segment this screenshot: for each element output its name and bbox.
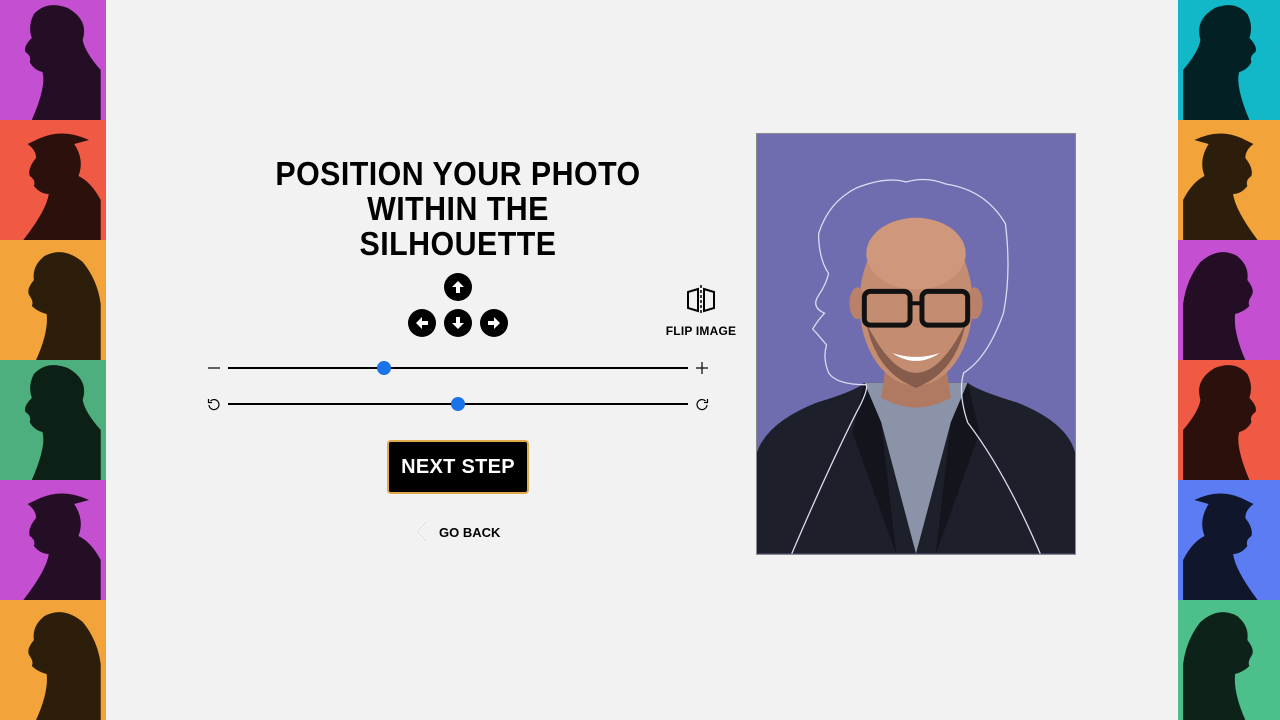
profile-silhouette-icon <box>28 252 101 360</box>
chevron-left-icon <box>415 521 427 542</box>
profile-silhouette-icon <box>25 5 101 120</box>
move-left-button[interactable] <box>408 309 436 337</box>
zoom-track[interactable] <box>228 367 688 369</box>
rotate-thumb[interactable] <box>451 397 465 411</box>
page-title-line-2: WITHIN THE SILHOUETTE <box>359 190 557 262</box>
profile-silhouette-icon <box>23 133 101 240</box>
right-arrow-icon <box>488 317 500 329</box>
flip-image-button[interactable]: FLIP IMAGE <box>664 284 738 340</box>
go-back-label: GO BACK <box>439 525 501 540</box>
move-right-button[interactable] <box>480 309 508 337</box>
up-arrow-icon <box>452 281 464 293</box>
down-arrow-icon <box>452 317 464 329</box>
left-tile-6 <box>0 600 106 720</box>
right-tile-2 <box>1178 120 1280 240</box>
left-tile-5 <box>0 480 106 600</box>
profile-silhouette-icon <box>1183 612 1253 720</box>
profile-silhouette-icon <box>1183 133 1258 240</box>
go-back-link[interactable]: GO BACK <box>412 520 512 544</box>
profile-silhouette-icon <box>1183 493 1258 600</box>
zoom-slider[interactable] <box>206 358 710 378</box>
zoom-in-icon[interactable] <box>694 360 710 376</box>
left-silhouette-strip <box>0 0 106 720</box>
next-step-button[interactable]: NEXT STEP <box>387 440 529 494</box>
rotate-left-icon[interactable] <box>206 396 222 412</box>
photo-preview[interactable] <box>756 133 1076 555</box>
profile-silhouette-icon <box>1183 365 1256 480</box>
right-tile-5 <box>1178 480 1280 600</box>
left-tile-3 <box>0 240 106 360</box>
rotate-right-icon[interactable] <box>694 396 710 412</box>
zoom-out-icon[interactable] <box>206 360 222 376</box>
profile-silhouette-icon <box>1183 252 1253 360</box>
left-tile-4 <box>0 360 106 480</box>
rotate-slider[interactable] <box>206 394 710 414</box>
profile-silhouette-icon <box>28 612 101 720</box>
right-tile-4 <box>1178 360 1280 480</box>
flip-icon <box>687 285 715 315</box>
move-down-button[interactable] <box>444 309 472 337</box>
left-tile-2 <box>0 120 106 240</box>
flip-image-label: FLIP IMAGE <box>665 324 737 338</box>
left-arrow-icon <box>416 317 428 329</box>
profile-silhouette-icon <box>23 493 101 600</box>
silhouette-outline <box>791 178 1041 554</box>
page-title: POSITION YOUR PHOTO WITHIN THE SILHOUETT… <box>274 156 642 261</box>
right-tile-3 <box>1178 240 1280 360</box>
move-up-button[interactable] <box>444 273 472 301</box>
right-silhouette-strip <box>1178 0 1280 720</box>
profile-silhouette-icon <box>25 365 101 480</box>
left-tile-1 <box>0 0 106 120</box>
right-tile-1 <box>1178 0 1280 120</box>
page-title-line-1: POSITION YOUR PHOTO <box>275 155 641 192</box>
profile-silhouette-icon <box>1183 5 1256 120</box>
zoom-thumb[interactable] <box>377 361 392 375</box>
right-tile-6 <box>1178 600 1280 720</box>
